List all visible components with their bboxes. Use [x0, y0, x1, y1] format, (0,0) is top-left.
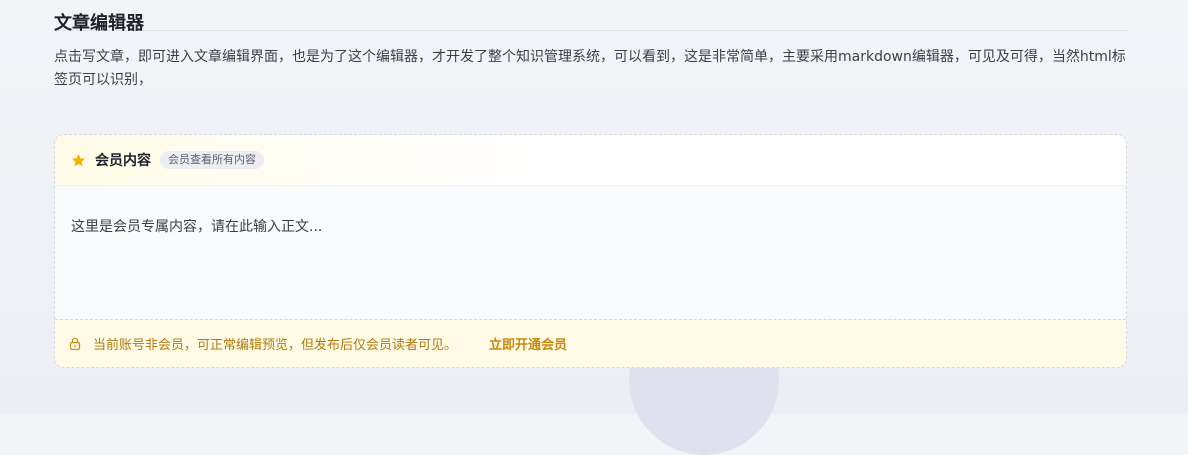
- title-divider: [54, 30, 1127, 31]
- member-card-header: 会员内容 会员查看所有内容: [55, 135, 1126, 186]
- member-notice-bar: 当前账号非会员，可正常编辑预览，但发布后仅会员读者可见。 立即开通会员: [55, 319, 1126, 367]
- member-card-title: 会员内容: [95, 153, 151, 169]
- page-title: 文章编辑器: [54, 13, 144, 34]
- member-content-editor[interactable]: 这里是会员专属内容，请在此输入正文...: [55, 186, 1126, 319]
- upgrade-membership-link[interactable]: 立即开通会员: [489, 334, 567, 353]
- editor-section: 文章编辑器 点击写文章，即可进入文章编辑界面，也是为了这个编辑器，才开发了整个知…: [54, 0, 1127, 368]
- member-notice-text: 当前账号非会员，可正常编辑预览，但发布后仅会员读者可见。: [93, 338, 458, 353]
- editor-description: 点击写文章，即可进入文章编辑界面，也是为了这个编辑器，才开发了整个知识管理系统，…: [54, 49, 1126, 88]
- member-content-card: 会员内容 会员查看所有内容 这里是会员专属内容，请在此输入正文... 当前账号非…: [54, 134, 1127, 368]
- member-badge: 会员查看所有内容: [160, 151, 264, 169]
- lock-icon: [69, 337, 81, 351]
- star-icon: [71, 153, 86, 168]
